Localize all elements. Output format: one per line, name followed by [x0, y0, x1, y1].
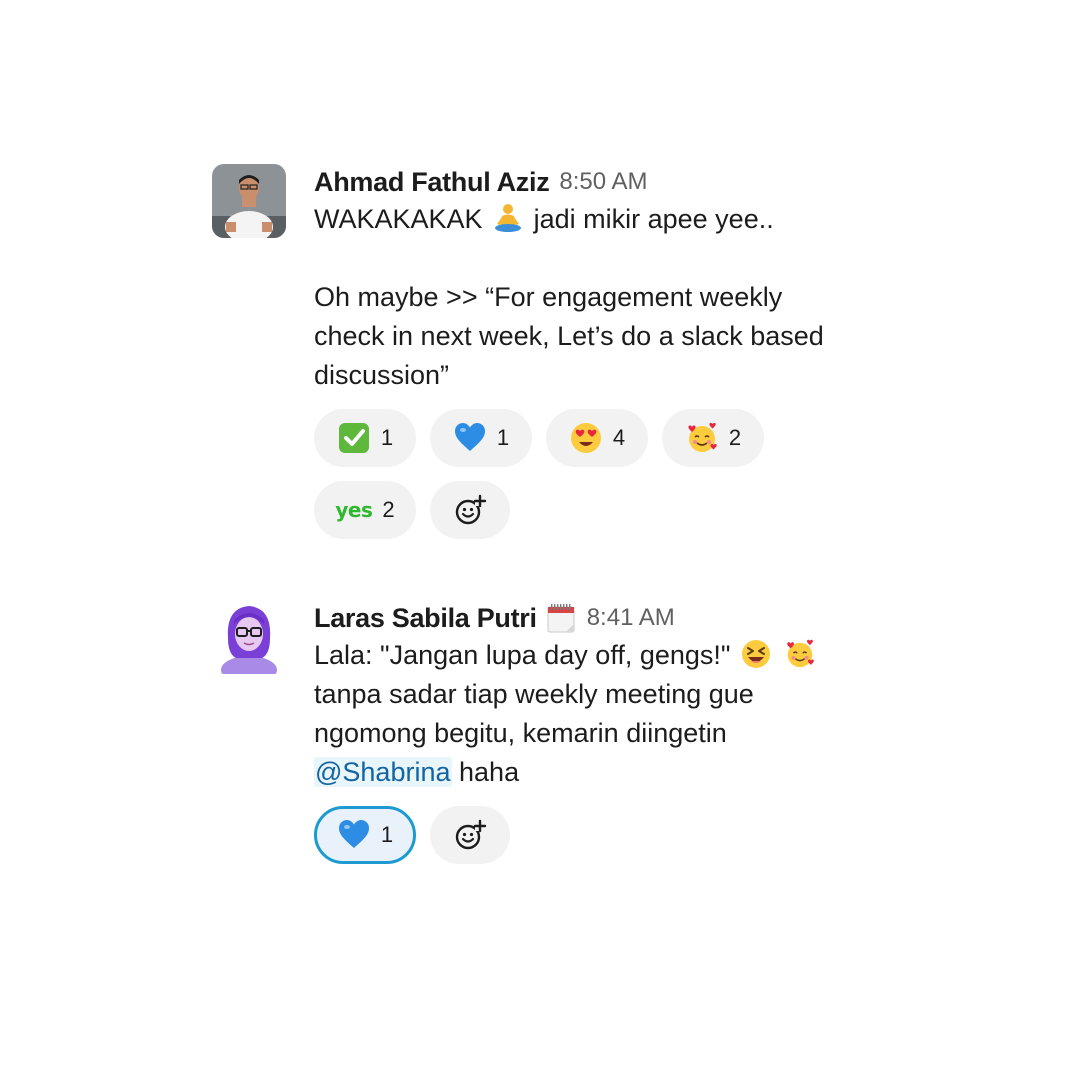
reaction-count: 1 [380, 822, 394, 847]
message-line: check in next week, Let’s do a slack bas… [314, 321, 824, 351]
reaction-yes[interactable]: yes 2 [314, 481, 416, 539]
reaction-blue-heart[interactable]: 1 [314, 806, 416, 864]
timestamp[interactable]: 8:50 AM [559, 168, 647, 196]
author-name[interactable]: Laras Sabila Putri [314, 603, 537, 634]
add-reaction-button[interactable] [430, 806, 510, 864]
blue-heart-emoji-icon [454, 423, 485, 451]
author-name[interactable]: Ahmad Fathul Aziz [314, 167, 550, 198]
person-avatar-icon [212, 164, 286, 238]
reaction-count: 1 [380, 425, 394, 450]
person-avatar-purple-icon [212, 600, 286, 674]
avatar[interactable] [212, 600, 286, 674]
message-line: ngomong begitu, kemarin diingetin [314, 718, 727, 748]
heart-eyes-emoji-icon [570, 423, 601, 453]
message-line: tanpa sadar tiap weekly meeting gue [314, 679, 754, 709]
message-text: Lala: "Jangan lupa day off, gengs!" tanp… [314, 636, 914, 792]
message-line: Oh maybe >> “For engagement weekly [314, 282, 783, 312]
avatar[interactable] [212, 164, 286, 238]
add-reaction-icon [455, 494, 487, 525]
blue-heart-emoji-icon [338, 820, 369, 848]
white-check-mark-emoji-icon [338, 423, 369, 453]
laughing-emoji-icon [742, 640, 770, 668]
calendar-emoji-icon [547, 604, 575, 633]
yes-emoji-icon: yes [335, 498, 373, 522]
reaction-count: 2 [382, 497, 395, 522]
reactions-bar: 1 [314, 806, 794, 864]
message-line: discussion” [314, 360, 450, 390]
message-line: WAKAKAKAK [314, 204, 483, 234]
smiling-face-with-hearts-emoji-icon [688, 422, 717, 452]
person-lotus-position-emoji-icon [495, 204, 522, 232]
timestamp[interactable]: 8:41 AM [587, 604, 675, 632]
smiling-face-with-hearts-emoji-icon [786, 639, 814, 668]
reaction-heart-eyes[interactable]: 4 [546, 409, 648, 467]
message-text: WAKAKAKAK jadi mikir apee yee.. Oh maybe… [314, 200, 914, 395]
message-line: jadi mikir apee yee.. [533, 204, 774, 234]
reaction-smiling-hearts[interactable]: 2 [662, 409, 764, 467]
reaction-count: 1 [496, 425, 510, 450]
reaction-check[interactable]: 1 [314, 409, 416, 467]
user-mention[interactable]: @Shabrina [314, 757, 452, 787]
reaction-blue-heart[interactable]: 1 [430, 409, 532, 467]
reaction-count: 2 [728, 425, 742, 450]
reactions-bar: 1 1 4 2 yes 2 [314, 409, 794, 539]
reaction-count: 4 [612, 425, 626, 450]
add-reaction-button[interactable] [430, 481, 510, 539]
message-line: Lala: "Jangan lupa day off, gengs!" [314, 640, 731, 670]
message-line: haha [459, 757, 520, 787]
add-reaction-icon [455, 819, 487, 850]
